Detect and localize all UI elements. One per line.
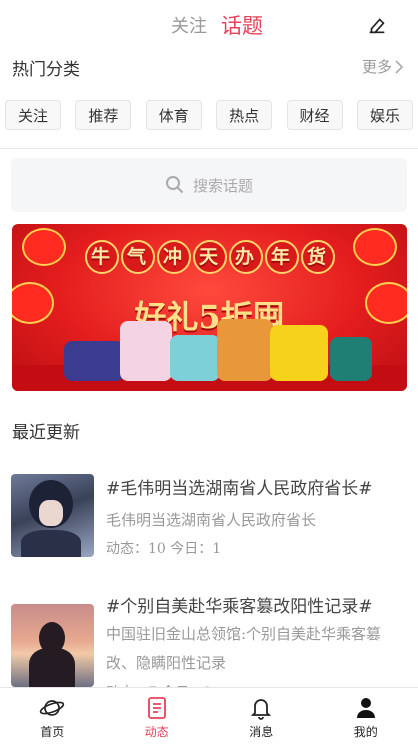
topic-item[interactable]: #毛伟明当选湖南省人民政府省长# 毛伟明当选湖南省人民政府省长 动态：10 今日… [11,474,411,574]
tab-label: 首页 [40,725,65,739]
user-icon [356,698,375,718]
top-tab-bar: 关注 话题 [0,0,418,50]
edit-icon[interactable] [366,14,388,36]
hot-categories-title: 热门分类 [12,60,80,80]
product-image [217,319,273,381]
category-chip[interactable]: 财经 [286,100,343,130]
chevron-right-icon [395,59,404,74]
recent-updates-title: 最近更新 [12,423,80,443]
topic-item[interactable]: #个别自美赴华乘客篡改阳性记录# 中国驻旧金山总领馆:个别自美赴华乘客篡改、隐瞒… [11,592,411,701]
tab-label: 动态 [144,725,169,739]
bottom-tab-bar: 首页 动态 消息 我的 [0,687,418,744]
tab-label: 消息 [249,725,274,739]
search-input[interactable]: 搜索话题 [11,158,407,212]
tab-messages[interactable]: 消息 [209,688,314,744]
tab-feed[interactable]: 动态 [105,688,210,744]
tab-topic[interactable]: 话题 [221,10,263,40]
category-chip[interactable]: 热点 [216,100,273,130]
category-chip[interactable]: 娱乐 [356,100,413,130]
banner-title: 牛气冲天办年货 [12,240,407,274]
topic-stats: 动态：10 今日：1 [106,541,222,557]
document-icon [147,697,166,719]
category-chips: 关注 推荐 体育 热点 财经 娱乐 [5,100,413,130]
topic-thumbnail [11,604,94,687]
search-icon [165,176,184,194]
topic-title: #毛伟明当选湖南省人民政府省长# [106,479,373,499]
planet-icon [40,700,65,716]
tab-follow[interactable]: 关注 [171,12,207,38]
divider [0,148,418,149]
product-image [64,341,124,381]
tab-label: 我的 [353,725,378,739]
category-chip[interactable]: 关注 [5,100,61,130]
more-label: 更多 [361,58,392,76]
topic-description: 中国驻旧金山总领馆:个别自美赴华乘客篡改、隐瞒阳性记录 [106,625,382,672]
product-image [330,337,372,381]
search-placeholder: 搜索话题 [192,176,253,195]
banner-subtitle: 好礼5折囤 [134,298,285,336]
category-chip[interactable]: 体育 [145,100,202,130]
product-image [120,321,172,381]
promo-banner[interactable]: 牛气冲天办年货 好礼5折囤 [12,224,407,391]
topic-thumbnail [11,474,94,557]
bell-icon [251,699,272,720]
category-chip[interactable]: 推荐 [75,100,132,130]
product-image [170,335,220,381]
tab-profile[interactable]: 我的 [314,688,418,744]
topic-description: 毛伟明当选湖南省人民政府省长 [106,511,317,529]
tab-home[interactable]: 首页 [0,688,105,744]
product-image [270,325,328,381]
more-link[interactable]: 更多 [362,56,404,77]
topic-title: #个别自美赴华乘客篡改阳性记录# [106,597,373,617]
